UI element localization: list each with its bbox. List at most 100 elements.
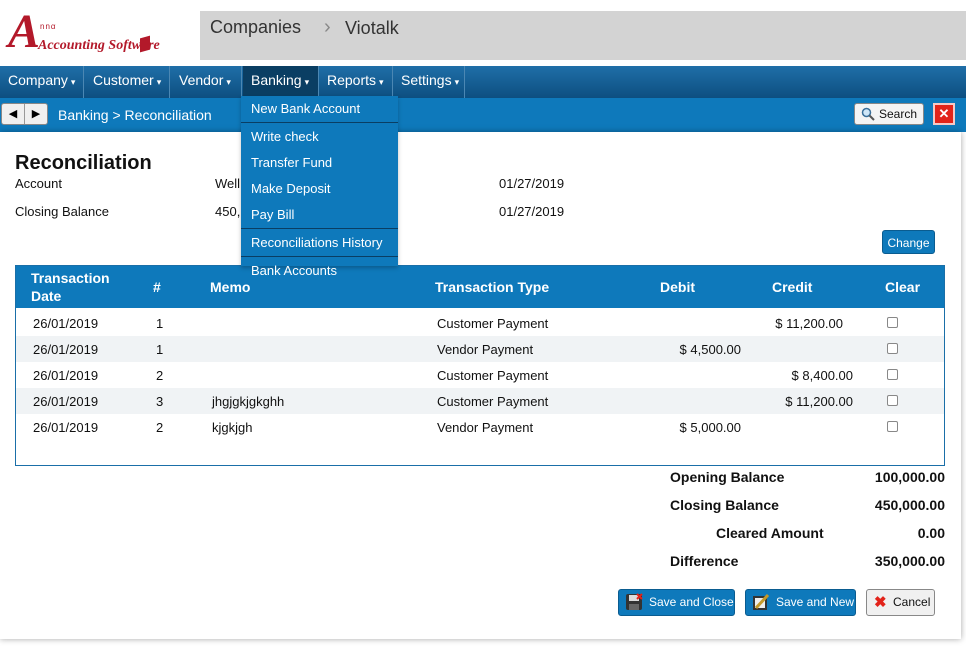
dropdown-bank-accounts[interactable]: Bank Accounts <box>241 258 398 278</box>
account-date: 01/27/2019 <box>499 176 565 191</box>
search-button-label: Search <box>879 107 918 121</box>
closing-date: 01/27/2019 <box>499 204 565 219</box>
row-credit: $ 11,200.00 <box>785 394 853 409</box>
back-arrow-icon[interactable]: ◀ <box>2 104 25 124</box>
col-header-type: Transaction Type <box>435 279 550 295</box>
cancel-x-icon: ✖ <box>874 594 887 611</box>
row-memo: jhgjgkjgkghh <box>212 394 285 409</box>
row-type: Customer Payment <box>437 368 549 383</box>
dropdown-make-deposit[interactable]: Make Deposit <box>241 176 398 202</box>
table-row: 26/01/2019 1 Customer Payment $ 11,200.0… <box>16 310 944 336</box>
dropdown-write-check[interactable]: Write check <box>241 124 398 150</box>
book-icon <box>140 35 150 53</box>
edit-icon <box>753 593 770 610</box>
cancel-button[interactable]: ✖ Cancel <box>866 589 935 616</box>
caret-down-icon: ▾ <box>226 77 231 87</box>
banking-dropdown: New Bank Account Write check Transfer Fu… <box>241 96 398 278</box>
row-type: Customer Payment <box>437 316 549 331</box>
col-header-clear: Clear <box>885 279 921 295</box>
difference-value: 350,000.00 <box>874 553 945 569</box>
app-logo: A nnα Accounting Software <box>6 6 160 63</box>
table-row: 26/01/2019 2 kjgkjgh Vendor Payment $ 5,… <box>16 414 944 440</box>
caret-down-icon: ▾ <box>304 77 310 87</box>
menu-banking[interactable]: Banking ▾ <box>243 66 319 98</box>
menu-label: Vendor <box>179 72 224 88</box>
dropdown-reconciliations-history[interactable]: Reconciliations History <box>241 230 398 256</box>
dropdown-pay-bill[interactable]: Pay Bill <box>241 202 398 228</box>
forward-arrow-icon[interactable]: ▶ <box>25 104 47 124</box>
dropdown-divider <box>241 122 398 123</box>
search-icon <box>861 107 875 121</box>
cleared-amount-value: 0.00 <box>917 525 945 541</box>
clear-checkbox[interactable] <box>887 421 898 432</box>
closing-balance-label: Closing Balance <box>15 204 109 219</box>
dropdown-transfer-fund[interactable]: Transfer Fund <box>241 150 398 176</box>
dropdown-divider <box>241 228 398 229</box>
row-memo: kjgkjgh <box>212 420 253 435</box>
row-credit: $ 11,200.00 <box>775 316 843 331</box>
chevron-right-icon: › <box>324 16 331 38</box>
save-and-new-button[interactable]: Save and New <box>745 589 856 616</box>
opening-balance-label: Opening Balance <box>670 469 785 485</box>
clear-checkbox[interactable] <box>887 317 898 328</box>
save-and-new-label: Save and New <box>776 595 855 609</box>
menu-label: Customer <box>93 72 154 88</box>
menu-reports[interactable]: Reports ▾ <box>319 66 393 98</box>
header-crumb-companies[interactable]: Companies <box>210 17 301 38</box>
menu-label: Settings <box>401 72 452 88</box>
row-credit: $ 8,400.00 <box>791 368 853 383</box>
col-header-transaction: Transaction <box>31 270 110 286</box>
caret-down-icon: ▾ <box>454 77 460 87</box>
transactions-table: Transaction Date # Memo Transaction Type… <box>15 265 945 466</box>
col-header-date: Date <box>31 288 62 304</box>
search-button[interactable]: Search <box>854 103 924 125</box>
caret-down-icon: ▾ <box>70 77 76 87</box>
closing-balance-summary-value: 450,000.00 <box>874 497 945 513</box>
logo-small-text: nnα <box>40 22 57 31</box>
clear-checkbox[interactable] <box>887 343 898 354</box>
row-date: 26/01/2019 <box>33 368 99 383</box>
save-and-close-button[interactable]: Save and Close <box>618 589 735 616</box>
breadcrumb-bar: ◀ ▶ Banking > Reconciliation Search ✕ <box>0 98 966 132</box>
nav-buttons: ◀ ▶ <box>1 103 48 125</box>
table-header: Transaction Date # Memo Transaction Type… <box>16 266 944 308</box>
dropdown-new-bank-account[interactable]: New Bank Account <box>241 96 398 122</box>
header-breadcrumb: Companies › Viotalk <box>200 11 966 60</box>
table-row: 26/01/2019 1 Vendor Payment $ 4,500.00 <box>16 336 944 362</box>
row-number: 2 <box>156 420 164 435</box>
caret-down-icon: ▾ <box>379 77 384 87</box>
col-header-credit: Credit <box>772 279 813 295</box>
menu-label: Reports <box>327 72 377 88</box>
dropdown-divider <box>241 256 398 257</box>
close-button[interactable]: ✕ <box>933 103 955 125</box>
caret-down-icon: ▾ <box>156 77 162 87</box>
account-value: Well <box>215 176 241 191</box>
breadcrumb: Banking > Reconciliation <box>58 107 212 123</box>
change-button[interactable]: Change <box>882 230 935 254</box>
row-debit: $ 4,500.00 <box>679 342 741 357</box>
col-header-debit: Debit <box>660 279 695 295</box>
difference-label: Difference <box>670 553 739 569</box>
save-icon <box>626 593 643 610</box>
row-type: Vendor Payment <box>437 342 534 357</box>
clear-checkbox[interactable] <box>887 369 898 380</box>
closing-balance-value: 450, <box>215 204 241 219</box>
menu-customer[interactable]: Customer ▾ <box>85 66 170 98</box>
col-header-memo: Memo <box>210 279 251 295</box>
closing-balance-summary-label: Closing Balance <box>670 497 779 513</box>
row-date: 26/01/2019 <box>33 316 99 331</box>
row-number: 2 <box>156 368 164 383</box>
clear-checkbox[interactable] <box>887 395 898 406</box>
row-date: 26/01/2019 <box>33 342 99 357</box>
row-number: 3 <box>156 394 164 409</box>
opening-balance-value: 100,000.00 <box>874 469 945 485</box>
cleared-amount-label: Cleared Amount <box>716 525 824 541</box>
table-row: 26/01/2019 2 Customer Payment $ 8,400.00 <box>16 362 944 388</box>
menu-vendor[interactable]: Vendor ▾ <box>171 66 242 98</box>
save-and-close-label: Save and Close <box>649 595 734 609</box>
row-date: 26/01/2019 <box>33 394 99 409</box>
menu-company[interactable]: Company ▾ <box>0 66 84 98</box>
menu-settings[interactable]: Settings ▾ <box>393 66 465 98</box>
row-number: 1 <box>156 316 164 331</box>
reconciliation-panel: Reconciliation Account Well 01/27/2019 C… <box>0 132 961 639</box>
